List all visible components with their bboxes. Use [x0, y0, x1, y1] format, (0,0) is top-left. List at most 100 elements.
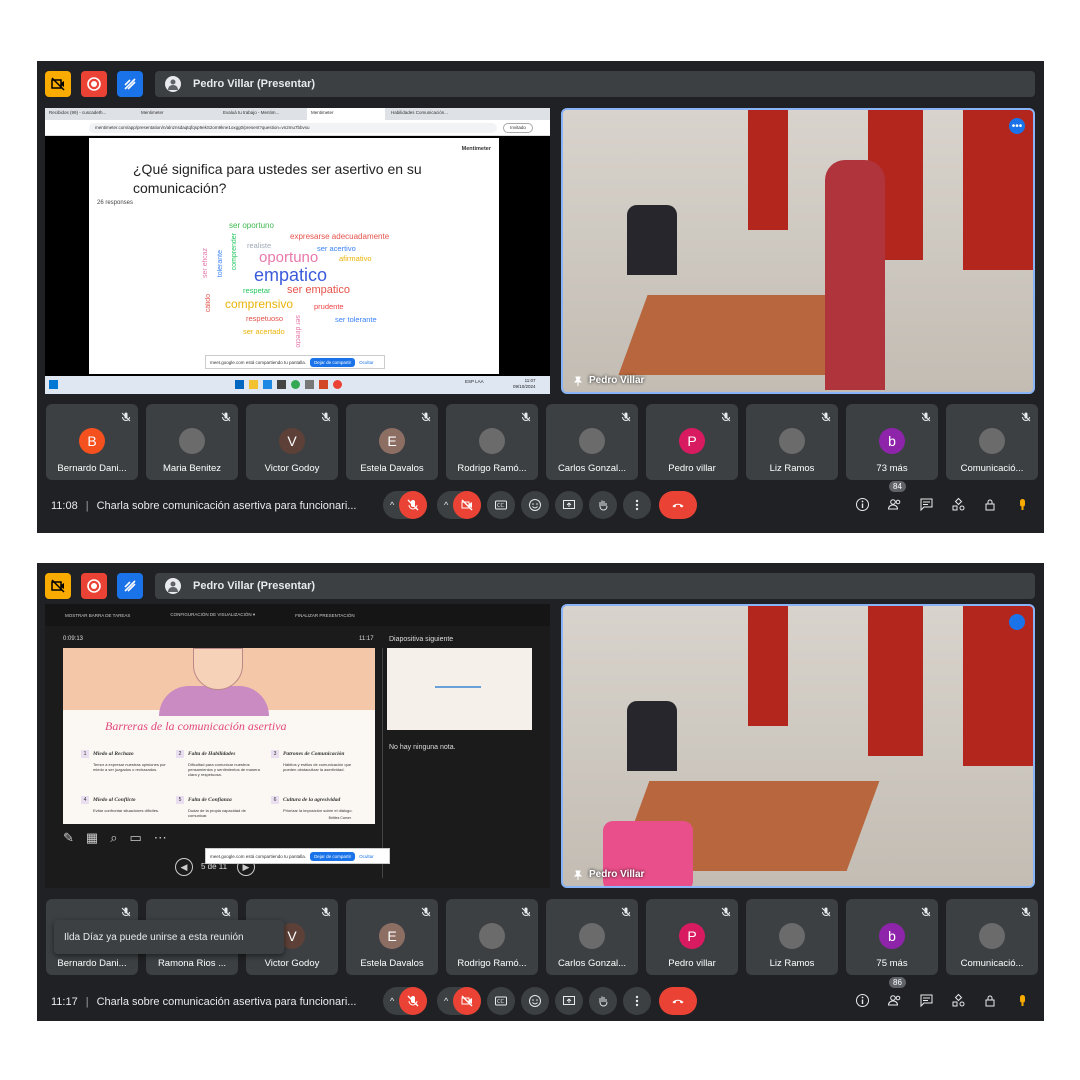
- windows-start-icon[interactable]: [49, 380, 58, 389]
- participant-tile[interactable]: b 73 más: [846, 404, 938, 480]
- captions-icon[interactable]: CC: [487, 987, 515, 1015]
- whiteboard-icon[interactable]: [117, 573, 143, 599]
- participant-tile[interactable]: Carlos Gonzal...: [546, 899, 638, 975]
- raise-hand-icon[interactable]: [589, 491, 617, 519]
- present-screen-icon[interactable]: [555, 491, 583, 519]
- pen-icon[interactable]: ✎: [63, 830, 74, 846]
- prev-slide-icon[interactable]: ◀: [175, 858, 193, 876]
- shared-screen[interactable]: MOSTRAR BARRA DE TAREAS CONFIGURACIÓN DE…: [45, 604, 550, 888]
- speaker-video[interactable]: ••• Pedro Villar: [561, 108, 1035, 394]
- shared-screen[interactable]: Recibidos (99) - cuscadeth... Mentimeter…: [45, 108, 550, 394]
- participant-tile[interactable]: Liz Ramos: [746, 404, 838, 480]
- presenting-banner[interactable]: Pedro Villar (Presentar): [155, 71, 1035, 97]
- participant-tile[interactable]: E Estela Davalos: [346, 404, 438, 480]
- activities-icon[interactable]: [947, 989, 969, 1011]
- app-icon[interactable]: [263, 380, 272, 389]
- speaker-video[interactable]: Pedro Villar: [561, 604, 1035, 888]
- captions-icon[interactable]: CC: [487, 491, 515, 519]
- app-icon[interactable]: [277, 380, 286, 389]
- participant-tile[interactable]: P Pedro villar: [646, 404, 738, 480]
- browser-tab-active[interactable]: Mentimeter: [307, 108, 385, 120]
- presenting-banner[interactable]: Pedro Villar (Presentar): [155, 573, 1035, 599]
- browser-tab[interactable]: Mentimeter: [141, 110, 217, 120]
- hide-button[interactable]: Ocultar: [359, 854, 374, 859]
- camera-off-icon[interactable]: [453, 987, 481, 1015]
- mic-off-icon[interactable]: [399, 987, 427, 1015]
- mic-control[interactable]: ^: [383, 987, 427, 1015]
- more-options-icon[interactable]: [623, 987, 651, 1015]
- more-options-icon[interactable]: [623, 491, 651, 519]
- stop-sharing-button[interactable]: Dejar de compartir: [310, 357, 356, 367]
- browser-tab[interactable]: Recibidos (99) - cuscadeth...: [49, 110, 139, 120]
- chrome-icon[interactable]: [291, 380, 300, 389]
- record-icon[interactable]: [81, 71, 107, 97]
- activities-icon[interactable]: [947, 493, 969, 515]
- browser-tab[interactable]: Habilidades Comunicación...: [391, 110, 471, 120]
- hand-yellow-icon[interactable]: [1011, 989, 1033, 1011]
- folder-icon[interactable]: [249, 380, 258, 389]
- chrome-icon[interactable]: [333, 380, 342, 389]
- info-icon[interactable]: [851, 989, 873, 1011]
- app-icon[interactable]: [235, 380, 244, 389]
- record-icon[interactable]: [81, 573, 107, 599]
- no-camera-icon[interactable]: [45, 573, 71, 599]
- participant-tile[interactable]: Comunicació...: [946, 404, 1038, 480]
- pin-icon[interactable]: [573, 870, 583, 880]
- menu-item[interactable]: MOSTRAR BARRA DE TAREAS: [65, 613, 130, 618]
- people-icon[interactable]: 84: [883, 481, 906, 515]
- chevron-up-icon[interactable]: ^: [444, 500, 448, 510]
- camera-control[interactable]: ^: [437, 987, 481, 1015]
- powerpoint-icon[interactable]: [319, 380, 328, 389]
- taskbar-clock[interactable]: 11:07 09/10/2024: [513, 378, 536, 390]
- participant-tile[interactable]: Liz Ramos: [746, 899, 838, 975]
- hide-button[interactable]: Ocultar: [359, 360, 374, 365]
- participant-tile[interactable]: Maria Benitez: [146, 404, 238, 480]
- pin-icon[interactable]: [573, 376, 583, 386]
- end-call-button[interactable]: [659, 987, 697, 1015]
- info-icon[interactable]: [851, 493, 873, 515]
- emoji-icon[interactable]: [521, 491, 549, 519]
- stop-sharing-button[interactable]: Dejar de compartir: [310, 851, 356, 861]
- chevron-up-icon[interactable]: ^: [390, 996, 394, 1006]
- grid-icon[interactable]: ▦: [86, 830, 98, 846]
- participant-tile[interactable]: Rodrigo Ramó...: [446, 404, 538, 480]
- menu-item[interactable]: CONFIGURACIÓN DE VISUALIZACIÓN ▾: [170, 612, 255, 618]
- camera-control[interactable]: ^: [437, 491, 481, 519]
- more-icon[interactable]: ⋯: [154, 830, 167, 846]
- monitor-icon[interactable]: ▭: [129, 830, 141, 846]
- participant-tile[interactable]: P Pedro villar: [646, 899, 738, 975]
- participant-tile[interactable]: b 75 más: [846, 899, 938, 975]
- participant-tile[interactable]: Rodrigo Ramó...: [446, 899, 538, 975]
- chat-icon[interactable]: [915, 493, 937, 515]
- app-icon[interactable]: [305, 380, 314, 389]
- participant-tile[interactable]: B Bernardo Dani...: [46, 404, 138, 480]
- whiteboard-icon[interactable]: [117, 71, 143, 97]
- camera-off-icon[interactable]: [453, 491, 481, 519]
- participant-tile[interactable]: E Estela Davalos: [346, 899, 438, 975]
- menu-item[interactable]: FINALIZAR PRESENTACIÓN: [295, 613, 354, 618]
- participant-tile[interactable]: Comunicació...: [946, 899, 1038, 975]
- browser-tab[interactable]: Evaluá tu trabajo - Mentim...: [223, 110, 301, 120]
- hand-yellow-icon[interactable]: [1011, 493, 1033, 515]
- end-call-button[interactable]: [659, 491, 697, 519]
- participant-tile[interactable]: Carlos Gonzal...: [546, 404, 638, 480]
- next-slide-thumb[interactable]: [387, 648, 532, 730]
- chat-icon[interactable]: [915, 989, 937, 1011]
- join-notification[interactable]: Ilda Díaz ya puede unirse a esta reunión: [54, 920, 284, 954]
- no-camera-icon[interactable]: [45, 71, 71, 97]
- taskbar-lang[interactable]: ESP LAA: [465, 379, 485, 384]
- participant-tile[interactable]: V Victor Godoy: [246, 404, 338, 480]
- emoji-icon[interactable]: [521, 987, 549, 1015]
- host-controls-icon[interactable]: [979, 493, 1001, 515]
- present-screen-icon[interactable]: [555, 987, 583, 1015]
- people-icon[interactable]: 86: [883, 977, 906, 1011]
- mic-off-icon[interactable]: [399, 491, 427, 519]
- more-options-icon[interactable]: •••: [1009, 118, 1025, 134]
- url-bar[interactable]: mentimeter.com/app/presentation/n/alnzns…: [89, 123, 497, 133]
- zoom-icon[interactable]: ⌕: [110, 830, 117, 846]
- chevron-up-icon[interactable]: ^: [444, 996, 448, 1006]
- profile-chip[interactable]: Invitado: [503, 123, 533, 133]
- chevron-up-icon[interactable]: ^: [390, 500, 394, 510]
- host-controls-icon[interactable]: [979, 989, 1001, 1011]
- mic-control[interactable]: ^: [383, 491, 427, 519]
